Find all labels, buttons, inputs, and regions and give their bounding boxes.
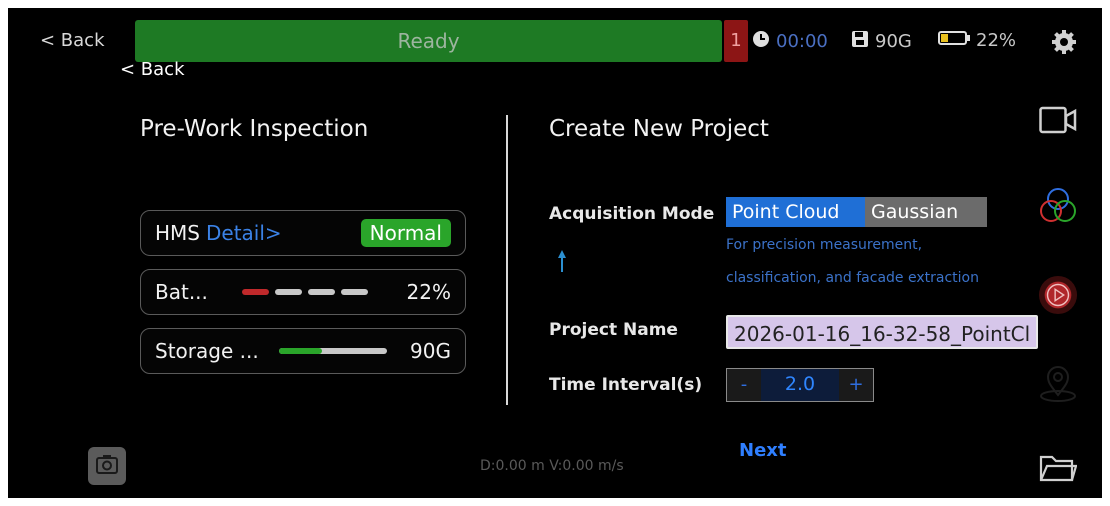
storage-value: 90G: [410, 339, 451, 363]
battery-value: 22%: [406, 280, 451, 304]
storage-usage-fill: [278, 348, 322, 354]
battery-segment: [307, 289, 335, 295]
mode-gaussian-button[interactable]: Gaussian: [865, 197, 987, 227]
timer-indicator: 00:00: [752, 30, 828, 53]
timer-text: 00:00: [776, 31, 828, 52]
battery-text: 22%: [976, 30, 1017, 51]
camera-icon[interactable]: [1038, 100, 1078, 140]
sub-back-button[interactable]: < Back: [120, 59, 185, 80]
battery-level-bar: [241, 289, 368, 295]
app-screen: < Back Ready < Back 1 00:00 90G 22% Pre-…: [8, 8, 1102, 498]
hms-row: HMS Detail> Normal: [140, 210, 466, 256]
storage-text: 90G: [875, 31, 912, 52]
layers-icon[interactable]: [1038, 186, 1078, 226]
alert-badge[interactable]: 1: [724, 20, 748, 62]
folder-icon[interactable]: [1038, 448, 1078, 488]
project-title: Create New Project: [549, 116, 769, 142]
back-button[interactable]: < Back: [40, 30, 105, 51]
increment-button[interactable]: +: [839, 369, 873, 401]
storage-label: Storage ...: [155, 339, 259, 363]
battery-segment: [340, 289, 368, 295]
status-bar: Ready: [135, 20, 722, 62]
clock-icon: [752, 30, 770, 53]
inspection-title: Pre-Work Inspection: [140, 116, 369, 142]
snapshot-icon: [95, 453, 119, 479]
mode-hint-line2: classification, and facade extraction: [726, 270, 979, 286]
panel-divider: [506, 115, 508, 405]
storage-row: Storage ... 90G: [140, 328, 466, 374]
storage-usage-bar: [278, 348, 387, 354]
battery-label: Bat...: [155, 280, 208, 304]
mode-hint-line1: For precision measurement,: [726, 237, 923, 253]
location-icon[interactable]: [1038, 364, 1078, 404]
save-icon: [851, 30, 869, 53]
snapshot-button[interactable]: [88, 447, 126, 485]
project-name-label: Project Name: [549, 320, 678, 340]
time-interval-stepper: - 2.0 +: [726, 368, 874, 402]
hms-status-badge: Normal: [360, 219, 451, 247]
hms-detail-link[interactable]: Detail>: [206, 221, 282, 245]
gear-icon[interactable]: [1050, 28, 1078, 60]
hms-label: HMS: [155, 221, 200, 245]
project-name-input[interactable]: 2026-01-16_16-32-58_PointCl: [726, 315, 1038, 349]
record-button[interactable]: [1038, 275, 1078, 315]
battery-segment: [241, 289, 269, 295]
time-interval-label: Time Interval(s): [549, 375, 703, 395]
battery-icon: [938, 30, 970, 51]
decrement-button[interactable]: -: [727, 369, 761, 401]
interval-value[interactable]: 2.0: [761, 369, 839, 401]
mode-point-cloud-button[interactable]: Point Cloud: [726, 197, 875, 227]
storage-indicator: 90G: [851, 30, 912, 53]
acquisition-mode-label: Acquisition Mode: [549, 204, 715, 224]
next-button[interactable]: Next: [739, 440, 787, 461]
battery-segment: [274, 289, 302, 295]
battery-row: Bat... 22%: [140, 269, 466, 315]
battery-indicator: 22%: [938, 30, 1016, 51]
distance-velocity-readout: D:0.00 m V:0.00 m/s: [480, 458, 624, 474]
arrow-up-icon: [557, 248, 567, 278]
